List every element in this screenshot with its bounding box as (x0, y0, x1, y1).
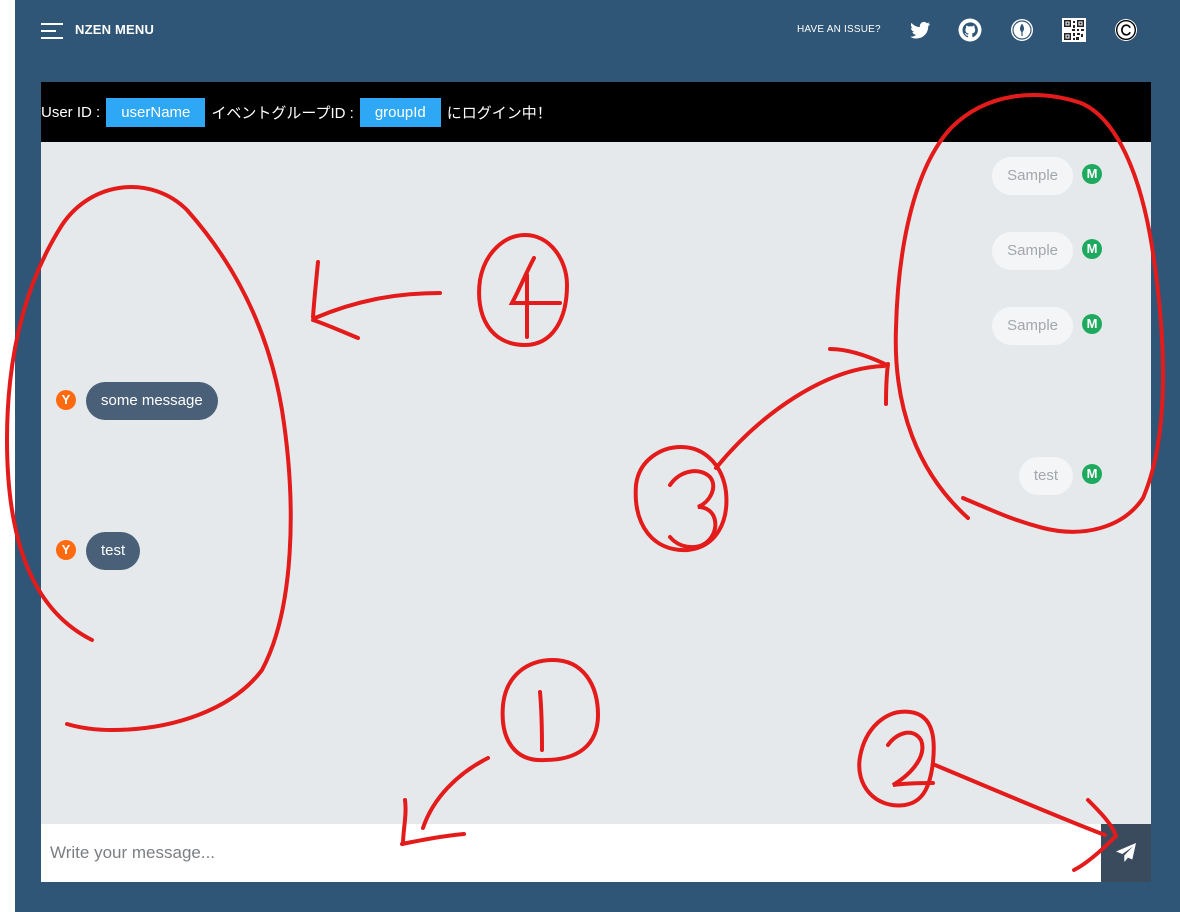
github-icon[interactable] (958, 18, 982, 42)
other-message-bubble: test (86, 532, 141, 570)
my-avatar: M (1082, 239, 1102, 259)
my-message-bubble: Sample (992, 157, 1073, 195)
app-frame: NZEN MENU HAVE AN ISSUE? User ID : userN… (15, 0, 1180, 912)
group-id-label: イベントグループID : (211, 104, 354, 122)
send-button[interactable] (1101, 824, 1151, 882)
badge-icon[interactable] (1010, 18, 1034, 42)
message-input[interactable] (41, 824, 1101, 882)
other-message-bubble: some message (86, 382, 218, 420)
my-avatar: M (1082, 464, 1102, 484)
chat-panel: User ID : userName イベントグループID : groupId … (41, 82, 1151, 882)
menu-title[interactable]: NZEN MENU (75, 22, 154, 37)
my-message-bubble: Sample (992, 307, 1073, 345)
copyright-icon[interactable] (1114, 18, 1138, 42)
issue-link[interactable]: HAVE AN ISSUE? (797, 24, 881, 35)
user-id-label: User ID : (41, 103, 101, 121)
my-message-bubble: Sample (992, 232, 1073, 270)
login-status-bar: User ID : userName イベントグループID : groupId … (41, 82, 1151, 142)
other-avatar: Y (56, 390, 76, 410)
other-avatar: Y (56, 540, 76, 560)
my-avatar: M (1082, 314, 1102, 334)
composer (41, 824, 1151, 882)
login-suffix: にログイン中！ (446, 104, 552, 122)
my-avatar: M (1082, 164, 1102, 184)
my-message-bubble: test (1018, 457, 1073, 495)
paper-plane-icon (1116, 843, 1136, 862)
hamburger-menu-icon[interactable] (41, 22, 63, 40)
group-id-value: groupId (359, 97, 441, 127)
user-id-value: userName (106, 97, 206, 127)
twitter-icon[interactable] (908, 18, 932, 42)
message-list[interactable]: Sample M Sample M Sample M test M Y some… (41, 142, 1151, 824)
qr-code-icon[interactable] (1062, 18, 1086, 42)
